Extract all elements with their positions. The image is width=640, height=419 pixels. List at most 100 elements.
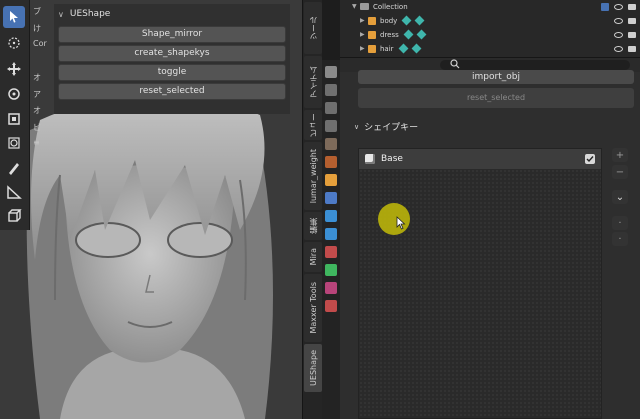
panel-title: UEShape — [69, 9, 111, 19]
outliner-label: hair — [380, 44, 394, 53]
panel-header[interactable]: ∨ UEShape — [54, 4, 290, 24]
section-title: シェイプキー — [364, 123, 419, 133]
particles-props-icon[interactable] — [325, 210, 337, 222]
reset-selected-button[interactable]: reset_selected — [358, 88, 634, 108]
move-down-button[interactable]: · — [612, 232, 628, 246]
tab-ueshape[interactable]: UEShape — [304, 344, 322, 392]
tab-mira[interactable]: Mira — [304, 242, 322, 272]
outliner-row-dress[interactable]: ▶ dress — [340, 28, 640, 41]
tab-label: UEShape — [308, 350, 318, 386]
shape-keys-panel-header[interactable]: ∨ シェイプキー — [354, 120, 419, 134]
outliner-row-body[interactable]: ▶ body — [340, 14, 640, 27]
object-icon — [368, 16, 376, 25]
expand-icon[interactable]: ▶ — [360, 17, 368, 24]
camera-icon[interactable] — [628, 17, 636, 24]
output-props-icon[interactable] — [325, 102, 337, 114]
render-props-icon[interactable] — [325, 84, 337, 96]
expand-icon[interactable]: ▶ — [360, 45, 368, 52]
modifier-icon — [401, 15, 412, 26]
stub-label: オ — [33, 106, 41, 115]
visibility-toggles — [601, 2, 636, 11]
mesh-data-icon — [416, 29, 427, 40]
import-obj-button[interactable]: import_obj — [358, 70, 634, 84]
search-icon — [450, 59, 460, 69]
visibility-toggles — [614, 31, 636, 38]
collection-icon — [360, 3, 369, 10]
shape-mirror-button[interactable]: Shape_mirror — [58, 26, 286, 43]
tab-lumar-weight[interactable]: lumar_weight — [304, 142, 322, 210]
tab-tool[interactable]: ツール — [304, 2, 322, 54]
properties-tabs — [322, 60, 340, 419]
3d-viewport[interactable]: ブ け Cor オ ア オ ビ ≡ ∨ UEShape Shape_mirror… — [0, 0, 302, 419]
eye-icon[interactable] — [614, 31, 623, 38]
camera-icon[interactable] — [628, 3, 636, 10]
tab-label: Maxxer Tools — [308, 282, 318, 334]
move-up-button[interactable]: · — [612, 216, 628, 230]
tab-maxxer-tools[interactable]: Maxxer Tools — [304, 274, 322, 342]
stub-label: Cor — [33, 39, 47, 48]
outliner-label: Collection — [373, 2, 408, 11]
toggle-button[interactable]: toggle — [58, 64, 286, 81]
object-icon — [368, 30, 376, 39]
cursor-icon[interactable] — [3, 32, 25, 54]
tool-shelf — [0, 0, 30, 230]
shape-key-checkbox[interactable] — [585, 154, 595, 164]
add-shape-key-button[interactable]: + — [612, 148, 628, 162]
tab-label: Mira — [308, 248, 318, 266]
expand-icon[interactable]: ▼ — [352, 3, 360, 10]
tab-label: 編集 — [308, 218, 318, 234]
shape-key-list[interactable]: Base — [358, 148, 602, 419]
modifier-icon — [398, 43, 409, 54]
camera-icon[interactable] — [628, 45, 636, 52]
annotate-icon[interactable] — [3, 157, 25, 179]
properties-search-input[interactable] — [440, 60, 630, 70]
outliner-row-hair[interactable]: ▶ hair — [340, 42, 640, 55]
material-props-icon[interactable] — [325, 282, 337, 294]
remove-shape-key-button[interactable]: − — [612, 165, 628, 179]
tab-label: アイテム — [308, 66, 318, 98]
list-item[interactable]: Base — [359, 149, 601, 169]
tab-label: lumar_weight — [308, 148, 318, 204]
rotate-icon[interactable] — [3, 83, 25, 105]
add-cube-icon[interactable] — [3, 205, 25, 227]
stub-label: け — [33, 23, 41, 33]
move-icon[interactable] — [3, 58, 25, 80]
mouse-pointer-icon — [396, 216, 406, 230]
eye-icon[interactable] — [614, 17, 623, 24]
tab-view[interactable]: ビュー — [304, 110, 322, 140]
texture-props-icon[interactable] — [325, 300, 337, 312]
reset-selected-button[interactable]: reset_selected — [58, 83, 286, 100]
transform-icon[interactable] — [3, 132, 25, 154]
visibility-toggles — [614, 45, 636, 52]
tab-label: ビュー — [308, 113, 318, 137]
shape-key-icon — [365, 154, 375, 164]
tab-edit[interactable]: 編集 — [304, 212, 322, 240]
camera-icon[interactable] — [628, 31, 636, 38]
stub-label: ≡ — [33, 138, 40, 147]
mesh-data-icon — [411, 43, 422, 54]
sidebar-tab-strip: ツール アイテム ビュー lumar_weight 編集 Mira Maxxer… — [302, 0, 322, 419]
eye-icon[interactable] — [614, 3, 623, 10]
view-layer-icon[interactable] — [325, 120, 337, 132]
outliner-row-collection[interactable]: ▼ Collection — [340, 0, 640, 13]
object-props-icon[interactable] — [325, 174, 337, 186]
stub-label — [33, 56, 53, 73]
create-shapekeys-button[interactable]: create_shapekys — [58, 45, 286, 62]
measure-icon[interactable] — [3, 181, 25, 203]
physics-props-icon[interactable] — [325, 228, 337, 240]
scene-props-icon[interactable] — [325, 138, 337, 150]
tab-item[interactable]: アイテム — [304, 56, 322, 108]
exclude-checkbox[interactable] — [601, 2, 609, 11]
select-icon[interactable] — [3, 6, 25, 28]
eye-icon[interactable] — [614, 45, 623, 52]
constraints-props-icon[interactable] — [325, 246, 337, 258]
world-props-icon[interactable] — [325, 156, 337, 168]
modifier-props-icon[interactable] — [325, 192, 337, 204]
data-props-icon[interactable] — [325, 264, 337, 276]
tab-label: ツール — [308, 16, 318, 40]
tool-props-icon[interactable] — [325, 66, 337, 78]
sidebar-stub-labels: ブ け Cor オ ア オ ビ ≡ — [33, 6, 53, 155]
expand-icon[interactable]: ▶ — [360, 31, 368, 38]
scale-icon[interactable] — [3, 108, 25, 130]
specials-menu-button[interactable]: ⌄ — [612, 190, 628, 204]
